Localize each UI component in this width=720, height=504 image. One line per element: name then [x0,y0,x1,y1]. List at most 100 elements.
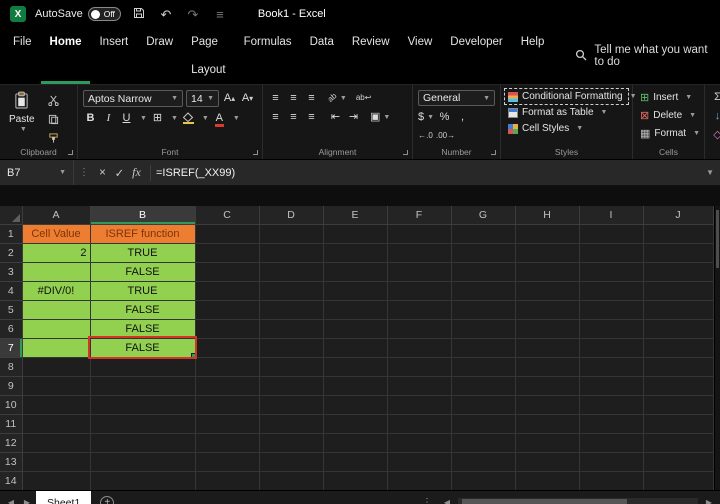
copy-icon[interactable] [46,111,61,127]
expand-formula-bar-icon[interactable]: ▼ [706,168,714,177]
cell-E10[interactable] [323,395,388,415]
row-header-11[interactable]: 11 [0,414,23,434]
cell-C7[interactable] [195,338,260,358]
cell-H6[interactable] [515,319,580,339]
cell-D14[interactable] [259,471,324,490]
cell-F14[interactable] [387,471,452,490]
cell-A3[interactable] [22,262,91,282]
insert-function-icon[interactable]: fx [128,165,145,180]
cell-F3[interactable] [387,262,452,282]
cell-I11[interactable] [579,414,644,434]
merge-center-icon[interactable]: ▣ ▼ [370,109,390,125]
cell-C8[interactable] [195,357,260,377]
cell-F9[interactable] [387,376,452,396]
cell-F2[interactable] [387,243,452,263]
cell-E2[interactable] [323,243,388,263]
decrease-indent-icon[interactable]: ⇤ [328,109,343,125]
paste-button[interactable]: Paste ▼ [5,90,39,146]
menu-item-review[interactable]: Review [343,28,399,84]
cell-B7[interactable]: FALSE [88,336,197,359]
cell-F6[interactable] [387,319,452,339]
clear-icon[interactable]: ◇ [710,127,720,143]
cell-G6[interactable] [451,319,516,339]
number-format-select[interactable]: General ▼ [418,90,495,106]
cell-J13[interactable] [643,452,714,472]
row-header-13[interactable]: 13 [0,452,23,472]
undo-icon[interactable]: ↶ [157,8,175,21]
align-center-icon[interactable]: ≡ [286,109,301,125]
cell-I5[interactable] [579,300,644,320]
chevron-down-icon[interactable]: ▼ [171,115,178,122]
menu-item-formulas[interactable]: Formulas [235,28,301,84]
new-sheet-button[interactable]: + [100,495,115,504]
cell-B11[interactable] [90,414,196,434]
font-dialog-launcher-icon[interactable] [253,150,258,155]
enter-entry-icon[interactable]: ✓ [111,166,128,180]
cell-E14[interactable] [323,471,388,490]
cell-H14[interactable] [515,471,580,490]
cell-D7[interactable] [259,338,324,358]
hscroll-right-icon[interactable]: ▶ [702,498,716,504]
cell-G13[interactable] [451,452,516,472]
increase-decimal-icon[interactable]: ←.0 [418,128,433,144]
bold-icon[interactable]: B [83,110,98,126]
menu-item-file[interactable]: File [4,28,41,84]
decrease-decimal-icon[interactable]: .00→ [436,128,455,144]
row-header-2[interactable]: 2 [0,243,23,263]
cell-C10[interactable] [195,395,260,415]
cell-I9[interactable] [579,376,644,396]
cell-C14[interactable] [195,471,260,490]
cell-I12[interactable] [579,433,644,453]
borders-icon[interactable]: ⊞ [150,110,165,126]
column-header-I[interactable]: I [579,206,644,225]
cell-E11[interactable] [323,414,388,434]
cell-E7[interactable] [323,338,388,358]
insert-button[interactable]: ⊞ Insert ▼ [638,90,699,105]
cell-D10[interactable] [259,395,324,415]
cell-A4[interactable]: #DIV/0! [22,281,91,301]
excel-app-icon[interactable]: X [10,6,26,22]
align-right-icon[interactable]: ≡ [304,109,319,125]
cell-B4[interactable]: TRUE [90,281,196,301]
format-painter-icon[interactable] [46,130,61,146]
cell-J2[interactable] [643,243,714,263]
align-top-icon[interactable]: ≡ [268,90,283,106]
save-icon[interactable] [130,7,148,21]
row-header-9[interactable]: 9 [0,376,23,396]
cell-D3[interactable] [259,262,324,282]
formula-input[interactable]: =ISREF(_XX99) [156,167,706,179]
font-name-select[interactable]: Aptos Narrow ▼ [83,90,183,107]
cell-D13[interactable] [259,452,324,472]
decrease-font-size-icon[interactable]: A ▾ [240,91,255,107]
cut-icon[interactable] [46,92,61,108]
chevron-down-icon[interactable]: ▼ [140,115,147,122]
cell-A9[interactable] [22,376,91,396]
accounting-format-icon[interactable]: $ ▼ [418,109,434,125]
menu-item-help[interactable]: Help [512,28,554,84]
chevron-down-icon[interactable]: ▼ [233,115,240,122]
cell-I14[interactable] [579,471,644,490]
cell-A12[interactable] [22,433,91,453]
cell-I1[interactable] [579,224,644,244]
cell-G10[interactable] [451,395,516,415]
cell-G1[interactable] [451,224,516,244]
cell-I7[interactable] [579,338,644,358]
cell-E9[interactable] [323,376,388,396]
column-header-E[interactable]: E [323,206,388,225]
column-header-J[interactable]: J [643,206,714,225]
font-color-icon[interactable]: A [212,110,227,127]
cell-C3[interactable] [195,262,260,282]
cell-A6[interactable] [22,319,91,339]
cell-H13[interactable] [515,452,580,472]
fill-color-icon[interactable] [181,110,196,126]
cell-F1[interactable] [387,224,452,244]
cell-B8[interactable] [90,357,196,377]
row-header-1[interactable]: 1 [0,224,23,244]
column-header-H[interactable]: H [515,206,580,225]
font-size-select[interactable]: 14 ▼ [186,90,219,107]
cell-G2[interactable] [451,243,516,263]
row-header-6[interactable]: 6 [0,319,23,339]
wrap-text-icon[interactable]: ab↩ [356,90,372,106]
cell-D12[interactable] [259,433,324,453]
cell-D8[interactable] [259,357,324,377]
